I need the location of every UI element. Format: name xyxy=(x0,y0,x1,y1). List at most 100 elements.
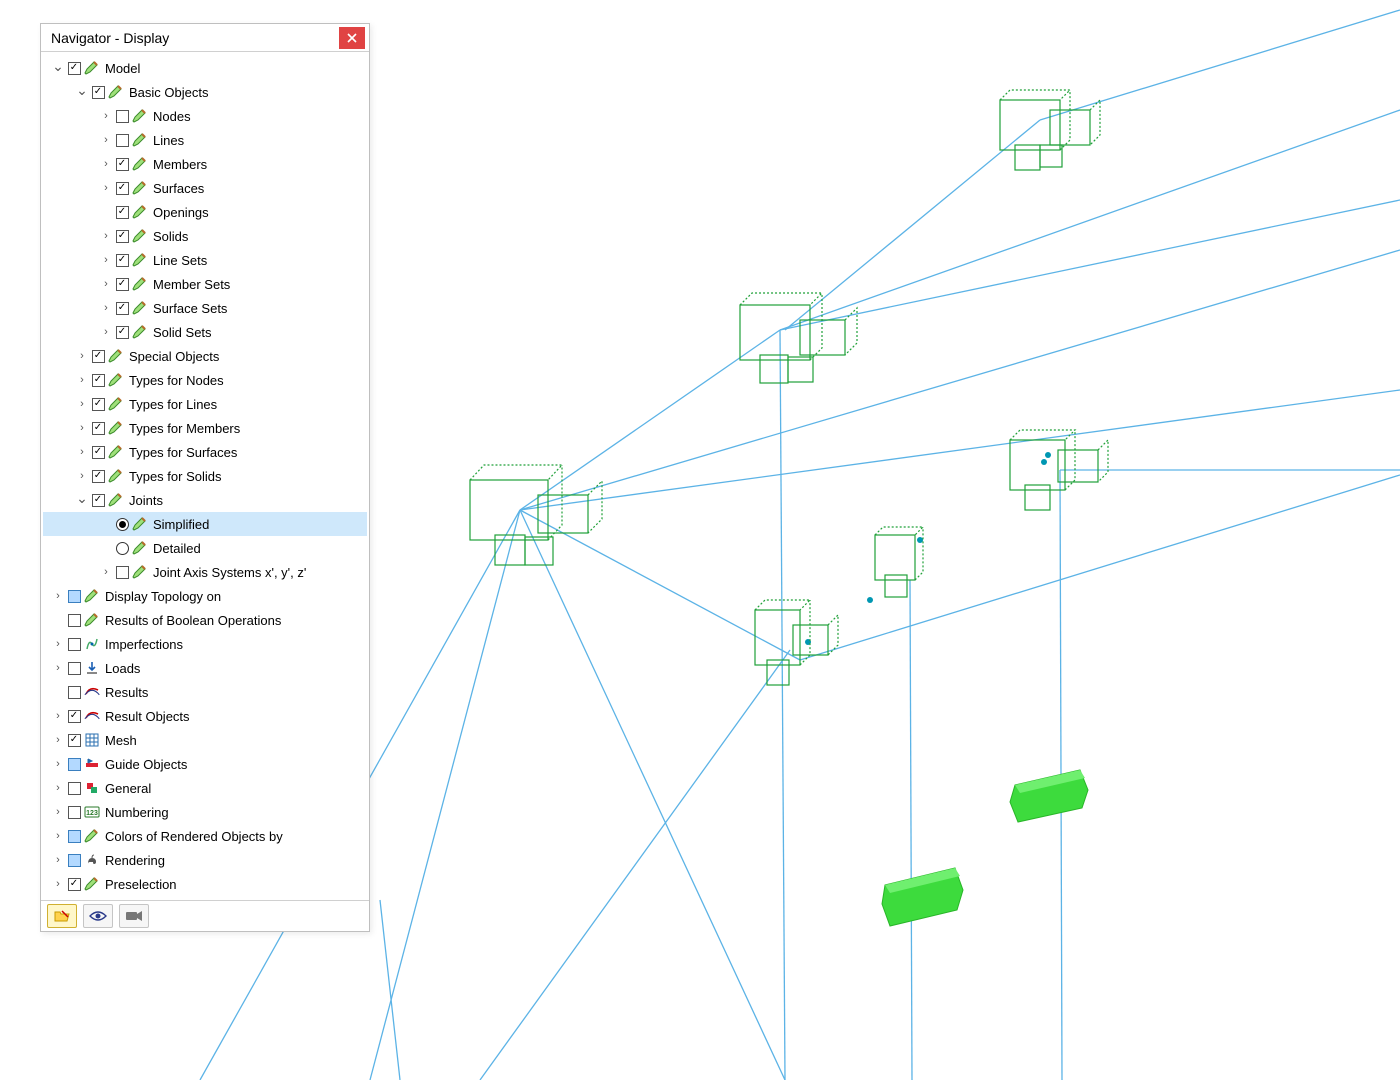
tree-item-surfacesets[interactable]: ›Surface Sets xyxy=(43,296,367,320)
checkbox-openings[interactable] xyxy=(116,206,129,219)
tree-item-solids[interactable]: ›Solids xyxy=(43,224,367,248)
tree-item-linesets[interactable]: ›Line Sets xyxy=(43,248,367,272)
tree-item-surfaces[interactable]: ›Surfaces xyxy=(43,176,367,200)
checkbox-tsurfaces[interactable] xyxy=(92,446,105,459)
chevron-right-icon[interactable]: › xyxy=(75,350,89,362)
checkbox-nodes[interactable] xyxy=(116,110,129,123)
tree-item-tnodes[interactable]: ›Types for Nodes xyxy=(43,368,367,392)
chevron-right-icon[interactable]: › xyxy=(99,254,113,266)
checkbox-loads[interactable] xyxy=(68,662,81,675)
checkbox-membersets[interactable] xyxy=(116,278,129,291)
checkbox-tsolids[interactable] xyxy=(92,470,105,483)
tree-item-imperf[interactable]: ›Imperfections xyxy=(43,632,367,656)
tree-item-special[interactable]: ›Special Objects xyxy=(43,344,367,368)
radio-detailed[interactable] xyxy=(116,542,129,555)
chevron-right-icon[interactable]: › xyxy=(99,134,113,146)
chevron-right-icon[interactable]: › xyxy=(51,758,65,770)
chevron-right-icon[interactable]: › xyxy=(99,158,113,170)
checkbox-tlines[interactable] xyxy=(92,398,105,411)
chevron-right-icon[interactable]: › xyxy=(99,302,113,314)
checkbox-rendering[interactable] xyxy=(68,854,81,867)
tree-item-members[interactable]: ›Members xyxy=(43,152,367,176)
tree-item-nodes[interactable]: ›Nodes xyxy=(43,104,367,128)
tree-item-tsolids[interactable]: ›Types for Solids xyxy=(43,464,367,488)
chevron-right-icon[interactable]: › xyxy=(51,710,65,722)
chevron-right-icon[interactable]: › xyxy=(51,878,65,890)
checkbox-basic[interactable] xyxy=(92,86,105,99)
checkbox-tmembers[interactable] xyxy=(92,422,105,435)
tree-item-detailed[interactable]: Detailed xyxy=(43,536,367,560)
checkbox-joints[interactable] xyxy=(92,494,105,507)
checkbox-resobj[interactable] xyxy=(68,710,81,723)
tree-item-dtopo[interactable]: ›Display Topology on xyxy=(43,584,367,608)
chevron-right-icon[interactable]: › xyxy=(51,590,65,602)
chevron-down-icon[interactable]: ⌄ xyxy=(75,490,89,507)
checkbox-members[interactable] xyxy=(116,158,129,171)
tree-item-joints[interactable]: ⌄Joints xyxy=(43,488,367,512)
chevron-right-icon[interactable]: › xyxy=(75,446,89,458)
checkbox-imperf[interactable] xyxy=(68,638,81,651)
checkbox-surfaces[interactable] xyxy=(116,182,129,195)
tree-item-simplified[interactable]: Simplified xyxy=(43,512,367,536)
display-tree[interactable]: ⌄Model⌄Basic Objects›Nodes›Lines›Members… xyxy=(41,52,369,900)
chevron-right-icon[interactable]: › xyxy=(75,374,89,386)
checkbox-lines[interactable] xyxy=(116,134,129,147)
checkbox-guide[interactable] xyxy=(68,758,81,771)
checkbox-linesets[interactable] xyxy=(116,254,129,267)
checkbox-solids[interactable] xyxy=(116,230,129,243)
footer-tab-camera[interactable] xyxy=(119,904,149,928)
chevron-right-icon[interactable]: › xyxy=(75,398,89,410)
tree-item-rendering[interactable]: ›Rendering xyxy=(43,848,367,872)
checkbox-surfacesets[interactable] xyxy=(116,302,129,315)
chevron-down-icon[interactable]: ⌄ xyxy=(51,58,65,75)
tree-item-mesh[interactable]: ›Mesh xyxy=(43,728,367,752)
checkbox-rbool[interactable] xyxy=(68,614,81,627)
tree-item-rbool[interactable]: Results of Boolean Operations xyxy=(43,608,367,632)
chevron-right-icon[interactable]: › xyxy=(75,470,89,482)
checkbox-colors[interactable] xyxy=(68,830,81,843)
tree-item-colors[interactable]: ›Colors of Rendered Objects by xyxy=(43,824,367,848)
chevron-right-icon[interactable]: › xyxy=(51,782,65,794)
footer-tab-eye[interactable] xyxy=(83,904,113,928)
checkbox-dtopo[interactable] xyxy=(68,590,81,603)
tree-item-membersets[interactable]: ›Member Sets xyxy=(43,272,367,296)
tree-item-general[interactable]: ›General xyxy=(43,776,367,800)
tree-item-lines[interactable]: ›Lines xyxy=(43,128,367,152)
checkbox-special[interactable] xyxy=(92,350,105,363)
tree-item-numbering[interactable]: ›123Numbering xyxy=(43,800,367,824)
tree-item-tmembers[interactable]: ›Types for Members xyxy=(43,416,367,440)
chevron-right-icon[interactable]: › xyxy=(99,326,113,338)
checkbox-jaxis[interactable] xyxy=(116,566,129,579)
chevron-down-icon[interactable]: ⌄ xyxy=(75,82,89,99)
close-button[interactable] xyxy=(339,27,365,49)
tree-item-jaxis[interactable]: ›Joint Axis Systems x', y', z' xyxy=(43,560,367,584)
footer-tab-folder[interactable] xyxy=(47,904,77,928)
checkbox-presel[interactable] xyxy=(68,878,81,891)
chevron-right-icon[interactable]: › xyxy=(99,278,113,290)
chevron-right-icon[interactable]: › xyxy=(51,830,65,842)
tree-item-tlines[interactable]: ›Types for Lines xyxy=(43,392,367,416)
chevron-right-icon[interactable]: › xyxy=(51,806,65,818)
chevron-right-icon[interactable]: › xyxy=(99,110,113,122)
chevron-right-icon[interactable]: › xyxy=(51,854,65,866)
tree-item-tsurfaces[interactable]: ›Types for Surfaces xyxy=(43,440,367,464)
radio-simplified[interactable] xyxy=(116,518,129,531)
chevron-right-icon[interactable]: › xyxy=(51,734,65,746)
checkbox-mesh[interactable] xyxy=(68,734,81,747)
tree-item-resobj[interactable]: ›Result Objects xyxy=(43,704,367,728)
chevron-right-icon[interactable]: › xyxy=(75,422,89,434)
tree-item-presel[interactable]: ›Preselection xyxy=(43,872,367,896)
checkbox-solidsets[interactable] xyxy=(116,326,129,339)
chevron-right-icon[interactable]: › xyxy=(99,182,113,194)
checkbox-results[interactable] xyxy=(68,686,81,699)
tree-item-model[interactable]: ⌄Model xyxy=(43,56,367,80)
checkbox-general[interactable] xyxy=(68,782,81,795)
tree-item-guide[interactable]: ›Guide Objects xyxy=(43,752,367,776)
chevron-right-icon[interactable]: › xyxy=(99,230,113,242)
tree-item-openings[interactable]: Openings xyxy=(43,200,367,224)
chevron-right-icon[interactable]: › xyxy=(51,662,65,674)
chevron-right-icon[interactable]: › xyxy=(51,638,65,650)
tree-item-solidsets[interactable]: ›Solid Sets xyxy=(43,320,367,344)
chevron-right-icon[interactable]: › xyxy=(99,566,113,578)
checkbox-numbering[interactable] xyxy=(68,806,81,819)
